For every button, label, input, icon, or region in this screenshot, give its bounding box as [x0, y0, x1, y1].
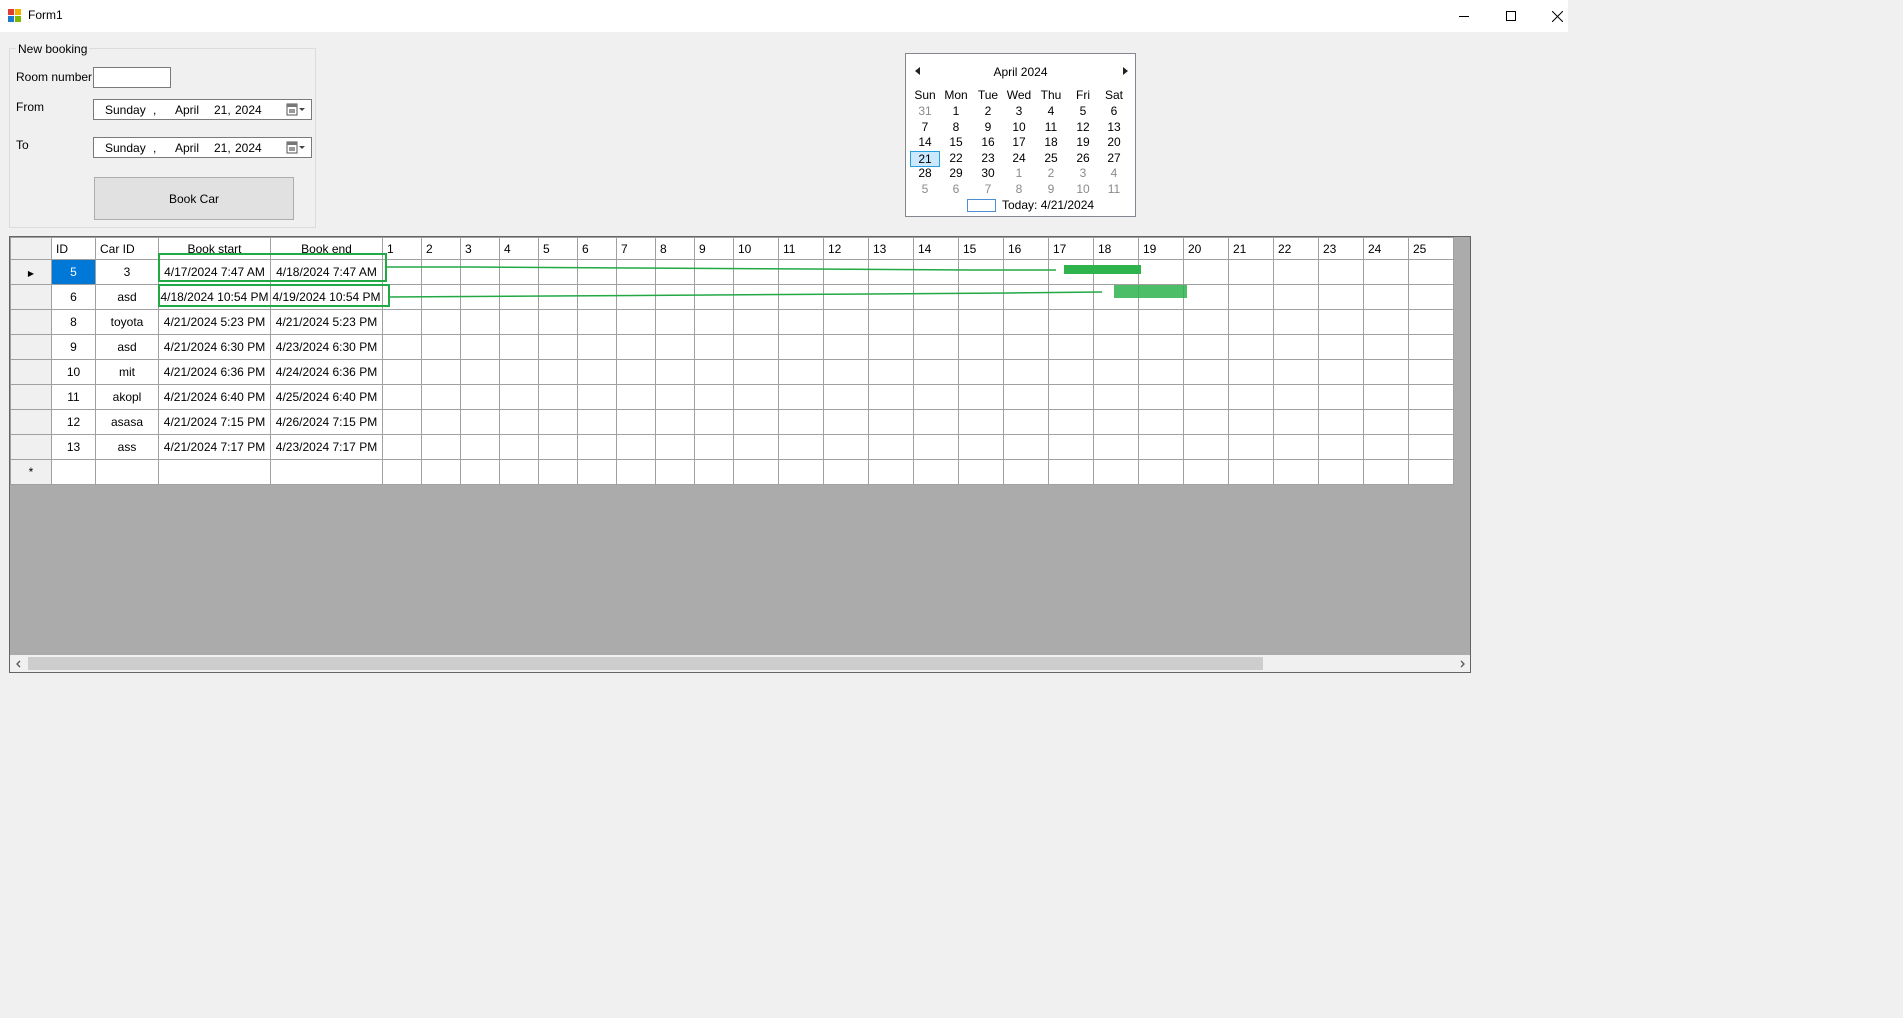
- weekday-header: Sun: [914, 88, 936, 102]
- calendar-day[interactable]: 7: [910, 120, 940, 134]
- calendar-day[interactable]: 5: [910, 182, 940, 196]
- calendar-day[interactable]: 9: [1036, 182, 1066, 196]
- from-day: 21,: [214, 103, 231, 117]
- scrollbar-thumb[interactable]: [28, 657, 1263, 670]
- calendar-day[interactable]: 18: [1036, 135, 1066, 149]
- connector-line: [386, 266, 1056, 271]
- weekday-header: Sat: [1104, 88, 1123, 102]
- calendar-day[interactable]: 17: [1004, 135, 1034, 149]
- calendar-day[interactable]: 3: [1068, 166, 1098, 180]
- from-month: April: [175, 103, 200, 117]
- today-link[interactable]: Today: 4/21/2024: [1002, 198, 1094, 212]
- minimize-icon: [1459, 16, 1469, 17]
- calendar-day[interactable]: 7: [973, 182, 1003, 196]
- weekday-header: Wed: [1006, 88, 1032, 102]
- calendar-day[interactable]: 1: [1004, 166, 1034, 180]
- calendar-day[interactable]: 11: [1036, 120, 1066, 134]
- to-day: 21,: [214, 141, 231, 155]
- calendar-day[interactable]: 10: [1004, 120, 1034, 134]
- scroll-right-icon[interactable]: [1453, 655, 1470, 672]
- to-month: April: [175, 141, 200, 155]
- calendar-day[interactable]: 11: [1099, 182, 1129, 196]
- connector-line: [388, 291, 1103, 298]
- calendar-day[interactable]: 26: [1068, 151, 1098, 165]
- room-number-label: Room number: [16, 70, 93, 84]
- to-weekday: Sunday: [105, 141, 146, 155]
- calendar-day[interactable]: 5: [1068, 104, 1098, 118]
- calendar-day[interactable]: 12: [1068, 120, 1098, 134]
- calendar-dropdown-icon[interactable]: [286, 103, 308, 117]
- room-number-input[interactable]: [93, 67, 171, 88]
- calendar-day[interactable]: 8: [1004, 182, 1034, 196]
- next-month-icon[interactable]: [1119, 65, 1131, 77]
- calendar-day[interactable]: 3: [1004, 104, 1034, 118]
- title-bar: Form1: [0, 0, 1568, 32]
- calendar-day[interactable]: 24: [1004, 151, 1034, 165]
- calendar-day[interactable]: 30: [973, 166, 1003, 180]
- calendar-day[interactable]: 15: [941, 135, 971, 149]
- calendar-day[interactable]: 23: [973, 151, 1003, 165]
- calendar-day[interactable]: 1: [941, 104, 971, 118]
- calendar-day[interactable]: 22: [941, 151, 971, 165]
- maximize-icon: [1506, 11, 1516, 21]
- from-year: 2024: [235, 103, 262, 117]
- highlight-box: [158, 253, 387, 282]
- calendar-day[interactable]: 27: [1099, 151, 1129, 165]
- book-car-button[interactable]: Book Car: [94, 177, 294, 220]
- booking-bar: [1114, 285, 1187, 298]
- calendar-dropdown-icon[interactable]: [286, 141, 308, 155]
- close-button[interactable]: [1534, 0, 1580, 32]
- to-year: 2024: [235, 141, 262, 155]
- calendar-day[interactable]: 29: [941, 166, 971, 180]
- close-icon: [1551, 10, 1563, 22]
- bookings-grid[interactable]: ID Car ID Book start Book end 1 2 3 4 5 6 7 8 9 10 11 1…: [9, 236, 1471, 673]
- today-marker: [967, 199, 996, 212]
- from-sep: ,: [153, 103, 157, 117]
- calendar-day[interactable]: 6: [941, 182, 971, 196]
- to-date-picker[interactable]: Sunday , April 21, 2024: [93, 137, 312, 158]
- calendar-day[interactable]: 2: [1036, 166, 1066, 180]
- calendar-day[interactable]: 4: [1099, 166, 1129, 180]
- calendar-day[interactable]: 21: [910, 150, 940, 167]
- horizontal-scrollbar[interactable]: [10, 655, 1470, 672]
- weekday-header: Thu: [1040, 88, 1062, 102]
- calendar-day[interactable]: 20: [1099, 135, 1129, 149]
- calendar-day[interactable]: 25: [1036, 151, 1066, 165]
- calendar-day[interactable]: 28: [910, 166, 940, 180]
- from-label: From: [16, 100, 44, 114]
- booking-bar: [1064, 265, 1141, 274]
- calendar-day[interactable]: 8: [941, 120, 971, 134]
- from-date-picker[interactable]: Sunday , April 21, 2024: [93, 99, 312, 120]
- calendar-day[interactable]: 14: [910, 135, 940, 149]
- app-icon: [8, 9, 22, 23]
- highlight-box: [158, 284, 390, 307]
- weekday-header: Mon: [944, 88, 968, 102]
- month-calendar[interactable]: April 2024 Sun Mon Tue Wed Thu Fri Sat 31 1 2 3 4 5 6…: [905, 53, 1136, 217]
- from-weekday: Sunday: [105, 103, 146, 117]
- window-title: Form1: [28, 8, 63, 22]
- scroll-left-icon[interactable]: [10, 655, 27, 672]
- calendar-day[interactable]: 10: [1068, 182, 1098, 196]
- calendar-day[interactable]: 13: [1099, 120, 1129, 134]
- calendar-day[interactable]: 19: [1068, 135, 1098, 149]
- minimize-button[interactable]: [1441, 0, 1487, 32]
- group-title: New booking: [16, 42, 90, 56]
- calendar-day[interactable]: 2: [973, 104, 1003, 118]
- calendar-day[interactable]: 4: [1036, 104, 1066, 118]
- calendar-day[interactable]: 6: [1099, 104, 1129, 118]
- to-sep: ,: [153, 141, 157, 155]
- maximize-button[interactable]: [1488, 0, 1534, 32]
- weekday-header: Fri: [1076, 88, 1090, 102]
- gantt-overlay: [158, 253, 1187, 307]
- to-label: To: [16, 138, 29, 152]
- calendar-day[interactable]: 9: [973, 120, 1003, 134]
- calendar-day[interactable]: 31: [910, 104, 940, 118]
- calendar-month-title[interactable]: April 2024: [906, 65, 1135, 79]
- weekday-header: Tue: [977, 88, 999, 102]
- calendar-day[interactable]: 16: [973, 135, 1003, 149]
